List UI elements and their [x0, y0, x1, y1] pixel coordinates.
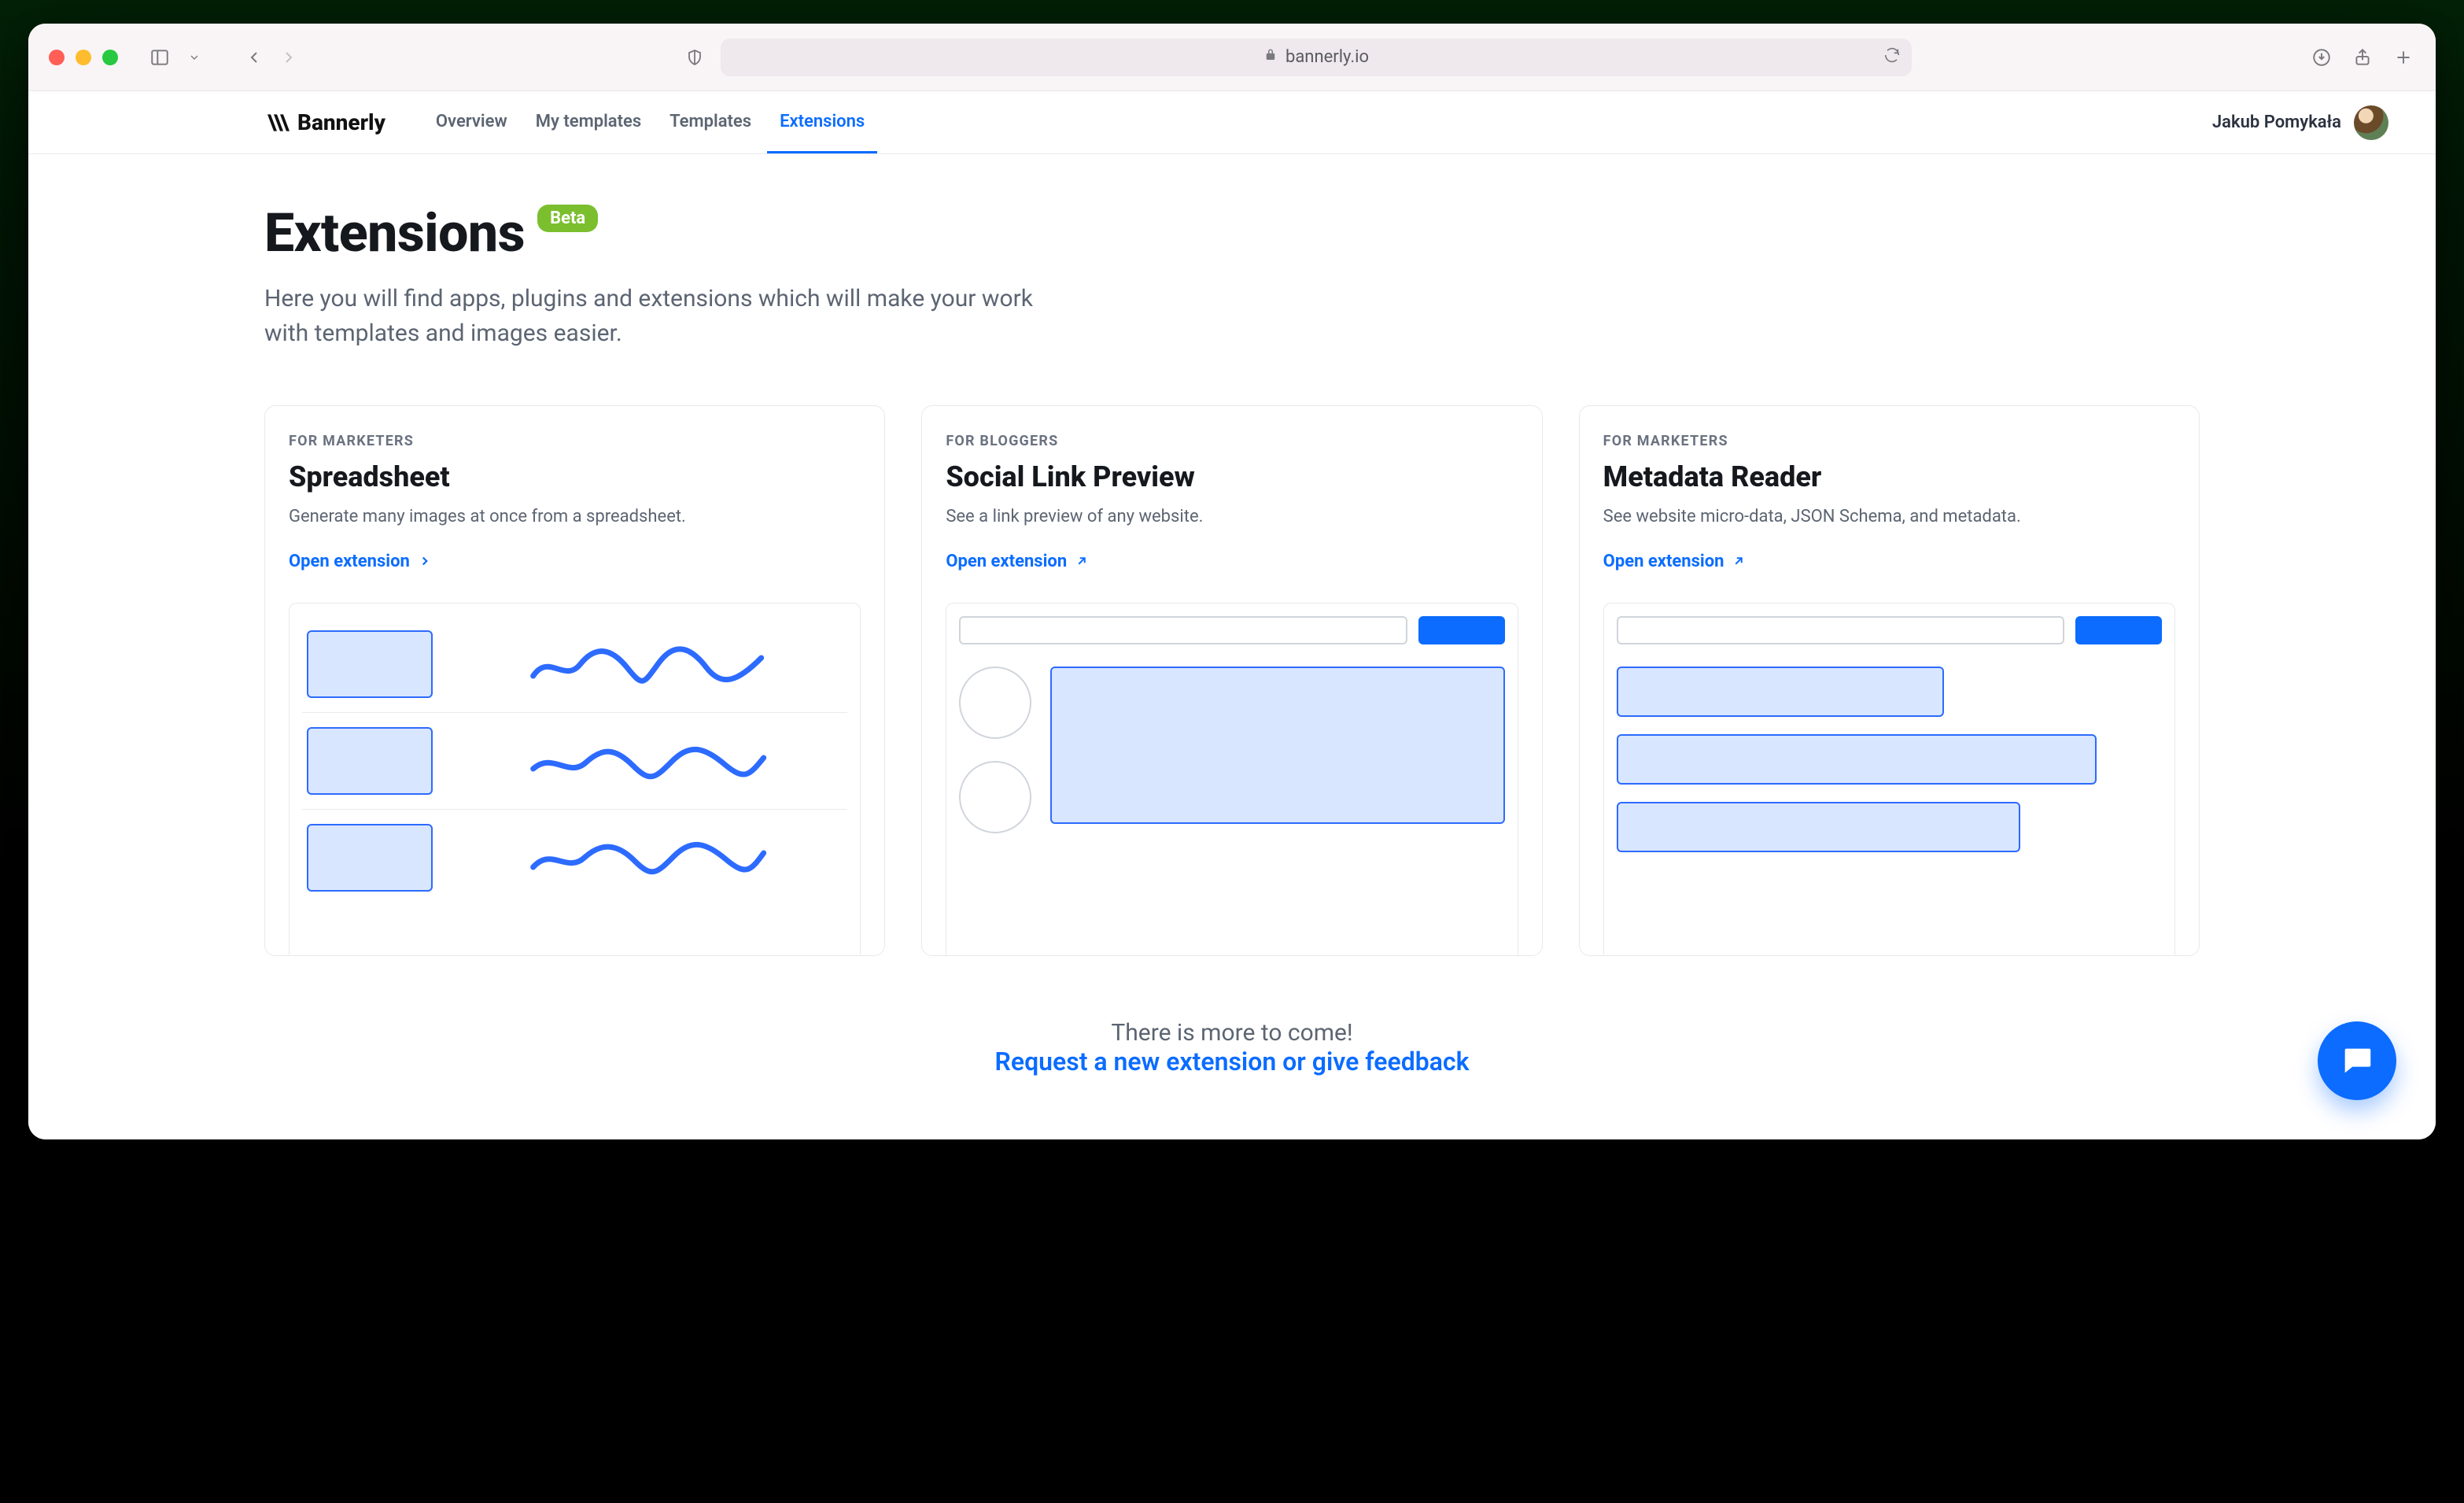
extension-card-metadata-reader: FOR MARKETERS Metadata Reader See websit…	[1579, 405, 2200, 956]
brand-logo[interactable]: Bannerly	[264, 109, 385, 135]
request-extension-link[interactable]: Request a new extension or give feedback	[995, 1047, 1470, 1076]
minimize-window-button[interactable]	[76, 50, 91, 65]
nav-link-my-templates[interactable]: My templates	[523, 91, 654, 153]
footer-line-1: There is more to come!	[264, 1019, 2200, 1047]
external-link-icon	[1075, 554, 1089, 568]
external-link-icon	[1732, 554, 1746, 568]
chevron-right-icon	[418, 554, 432, 568]
extensions-grid: FOR MARKETERS Spreadsheet Generate many …	[264, 405, 2200, 956]
card-desc: See website micro-data, JSON Schema, and…	[1603, 504, 2119, 530]
card-eyebrow: FOR BLOGGERS	[946, 433, 1518, 449]
card-eyebrow: FOR MARKETERS	[289, 433, 861, 449]
nav-link-extensions[interactable]: Extensions	[767, 91, 877, 153]
card-desc: Generate many images at once from a spre…	[289, 504, 804, 530]
open-extension-link[interactable]: Open extension	[1603, 552, 2175, 571]
card-eyebrow: FOR MARKETERS	[1603, 433, 2175, 449]
nav-back-button[interactable]	[242, 46, 266, 69]
beta-badge: Beta	[537, 205, 598, 232]
address-bar[interactable]: bannerly.io	[721, 39, 1913, 76]
extension-card-social-link-preview: FOR BLOGGERS Social Link Preview See a l…	[921, 405, 1542, 956]
app-navbar: Bannerly Overview My templates Templates…	[28, 91, 2436, 154]
card-illustration	[1603, 603, 2175, 955]
card-illustration	[946, 603, 1518, 955]
card-title: Metadata Reader	[1603, 460, 2175, 493]
brand-name: Bannerly	[297, 109, 385, 135]
user-menu[interactable]: Jakub Pomykała	[2212, 105, 2388, 140]
user-name: Jakub Pomykała	[2212, 113, 2341, 132]
page-subtitle: Here you will find apps, plugins and ext…	[264, 282, 1067, 350]
card-illustration	[289, 603, 861, 955]
downloads-button[interactable]	[2310, 46, 2333, 69]
new-tab-button[interactable]	[2392, 46, 2415, 69]
avatar	[2354, 105, 2388, 140]
card-title: Spreadsheet	[289, 460, 861, 493]
close-window-button[interactable]	[49, 50, 65, 65]
lock-icon	[1263, 47, 1278, 67]
nav-links: Overview My templates Templates Extensio…	[423, 91, 877, 153]
open-extension-link[interactable]: Open extension	[946, 552, 1518, 571]
page-content: Extensions Beta Here you will find apps,…	[28, 154, 2436, 1139]
card-desc: See a link preview of any website.	[946, 504, 1461, 530]
share-button[interactable]	[2351, 46, 2374, 69]
chat-icon	[2339, 1043, 2375, 1079]
open-extension-link[interactable]: Open extension	[289, 552, 861, 571]
footer-message: There is more to come! Request a new ext…	[264, 1019, 2200, 1076]
privacy-shield-icon[interactable]	[683, 46, 706, 69]
nav-link-overview[interactable]: Overview	[423, 91, 520, 153]
fullscreen-window-button[interactable]	[102, 50, 118, 65]
sidebar-toggle-button[interactable]	[148, 46, 172, 69]
window-controls	[49, 50, 118, 65]
nav-link-templates[interactable]: Templates	[657, 91, 764, 153]
chat-button[interactable]	[2318, 1021, 2396, 1100]
card-title: Social Link Preview	[946, 460, 1518, 493]
extension-card-spreadsheet: FOR MARKETERS Spreadsheet Generate many …	[264, 405, 885, 956]
sidebar-menu-chevron[interactable]	[183, 46, 206, 69]
address-url: bannerly.io	[1285, 47, 1369, 67]
nav-forward-button[interactable]	[277, 46, 301, 69]
reload-button[interactable]	[1883, 46, 1901, 68]
browser-toolbar: bannerly.io	[28, 24, 2436, 91]
page-title: Extensions	[264, 201, 525, 264]
browser-window: bannerly.io	[28, 24, 2436, 1139]
